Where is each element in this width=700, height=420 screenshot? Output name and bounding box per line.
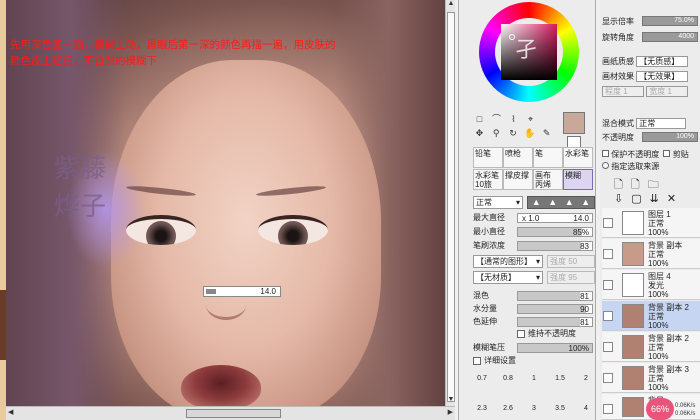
layer-item[interactable]: 图层 4 发光 100% — [602, 270, 700, 300]
left-eye — [126, 215, 196, 245]
visibility-toggle-icon[interactable] — [603, 342, 613, 352]
annotation-text: 先用深色画一遍，模糊上动，黑眼后第一深的颜色再描一遍，用皮肤的 颜色皮上轻扫，不… — [10, 39, 336, 67]
max-diameter-row[interactable]: 最大直径 x 1.0 14.0 — [473, 212, 595, 224]
paper-degree-row: 程度 1 宽度 1 — [602, 86, 698, 97]
visibility-toggle-icon[interactable] — [603, 218, 613, 228]
layer-thumbnail — [622, 335, 644, 359]
clear-layer-icon[interactable]: ▢ — [631, 192, 641, 205]
layer-item-selected[interactable]: 背景 副本 2 正常 100% — [602, 301, 700, 331]
delete-layer-icon[interactable]: ✕ — [667, 192, 676, 205]
select-pen-icon[interactable]: ⌖ — [524, 114, 537, 125]
lips — [181, 365, 261, 406]
layer-thumbnail — [622, 366, 644, 390]
blur-pressure-row[interactable]: 模糊笔压 100% — [473, 342, 595, 354]
brush-airbrush[interactable]: 喷枪 — [503, 147, 533, 168]
cpu-usage-badge: 66% — [646, 398, 674, 420]
color-sv-square[interactable]: 孑 — [501, 24, 557, 80]
brush-pen[interactable]: 笔 — [533, 147, 563, 168]
angle-row[interactable]: 旋转角度 4000 — [602, 32, 698, 43]
current-color-swatch[interactable] — [563, 112, 585, 134]
texture-strength[interactable]: 强度 95 — [547, 271, 595, 284]
brush-mode-select[interactable]: 正常 — [473, 196, 523, 209]
brush-canvas-acrylic[interactable]: 画布 丙烯 — [533, 169, 563, 190]
zoom-icon[interactable]: ⚲ — [490, 128, 503, 139]
shape-row: 【通常的图形】 强度 50 — [473, 255, 595, 268]
layer-actions-row2: ⇩ ▢ ⇊ ✕ — [614, 192, 698, 205]
min-diameter-row[interactable]: 最小直径 85% — [473, 226, 595, 238]
magic-wand-icon[interactable]: ⌇ — [507, 114, 520, 125]
blend-mode-row[interactable]: 混合模式 正常 — [602, 118, 698, 129]
right-eye — [258, 215, 328, 245]
eyedropper-icon[interactable]: ✎ — [540, 128, 553, 139]
layer-thumbnail — [622, 242, 644, 266]
paper-effect-row[interactable]: 画材效果 【无效果】 — [602, 71, 698, 82]
brush-pencil[interactable]: 铅笔 — [473, 147, 503, 168]
hand-icon[interactable]: ✋ — [523, 128, 536, 139]
layer-item[interactable]: 图层 1 正常 100% — [602, 208, 700, 238]
layer-item[interactable]: 背景 副本 2 正常 100% — [602, 332, 700, 362]
shape-select[interactable]: 【通常的图形】 — [473, 255, 543, 268]
canvas-vertical-scrollbar[interactable]: ▲ ▼ — [445, 0, 455, 406]
canvas-horizontal-scrollbar[interactable]: ◀ ▶ — [6, 406, 455, 420]
layer-thumbnail — [622, 304, 644, 328]
lasso-icon[interactable]: ⌒ — [490, 114, 503, 125]
move-icon[interactable]: ✥ — [473, 128, 486, 139]
layer-panel: 显示倍率 75.0% 旋转角度 4000 画纸质感 【无质感】 画材效果 【无效… — [600, 0, 700, 420]
texture-select[interactable]: 【无材质】 — [473, 271, 543, 284]
layer-thumbnail — [622, 397, 644, 417]
detail-settings-checkbox[interactable]: 详细设置 — [473, 355, 595, 367]
opacity-row[interactable]: 不透明度 100% — [602, 132, 698, 143]
layer-item[interactable]: 背景 副本 3 正常 100% — [602, 363, 700, 393]
visibility-toggle-icon[interactable] — [603, 373, 613, 383]
layer-item[interactable]: 背景 副本 正常 100% — [602, 239, 700, 269]
mix-row[interactable]: 混色 81 — [473, 290, 595, 302]
brush-watercolor[interactable]: 水彩笔 — [563, 147, 593, 168]
select-source-radio[interactable]: 指定选取来源 — [602, 161, 698, 172]
visibility-toggle-icon[interactable] — [603, 280, 613, 290]
brush-blur[interactable]: 模糊 — [563, 169, 593, 190]
rect-select-icon[interactable]: □ — [473, 114, 486, 125]
selection-tools: □ ⌒ ⌇ ⌖ ✥ ⚲ ↻ ✋ ✎ — [473, 114, 553, 142]
water-row[interactable]: 水分量 90 — [473, 303, 595, 315]
keep-opacity-checkbox[interactable]: 维持不透明度 — [517, 328, 595, 340]
drawing-canvas[interactable]: 先用深色画一遍，模糊上动，黑眼后第一深的颜色再描一遍，用皮肤的 颜色皮上轻扫，不… — [6, 0, 445, 406]
network-speed: 0.06K/s 0.06K/s — [675, 403, 696, 417]
merge-down-icon[interactable]: ⇩ — [614, 192, 623, 205]
paper-texture-row[interactable]: 画纸质感 【无质感】 — [602, 56, 698, 67]
rotate-icon[interactable]: ↻ — [507, 128, 520, 139]
brush-tool-grid: 铅笔 喷枪 笔 水彩笔 水彩笔10旅 撑皮撑 画布 丙烯 模糊 — [473, 147, 595, 191]
visibility-toggle-icon[interactable] — [603, 249, 613, 259]
signature-seal: 紫藤烨子 — [54, 154, 107, 222]
visibility-toggle-icon[interactable] — [603, 404, 613, 414]
tool-panel: 孑 □ ⌒ ⌇ ⌖ ✥ ⚲ ↻ ✋ ✎ 铅笔 喷枪 笔 水彩笔 水彩笔10旅 撑… — [458, 0, 596, 420]
protect-opacity-checkbox[interactable]: 保护不透明度 剪贴 — [602, 149, 698, 160]
brush-shape-buttons[interactable]: ▲ ▲ ▲ ▲ — [527, 196, 595, 209]
shape-strength[interactable]: 强度 50 — [547, 255, 595, 268]
brush-size-presets-row1[interactable]: 0.7 0.8 1 1.5 2 — [473, 375, 595, 382]
brush-watercolor-10[interactable]: 水彩笔10旅 — [473, 169, 503, 190]
zoom-row[interactable]: 显示倍率 75.0% — [602, 16, 698, 27]
extend-row[interactable]: 色延伸 81 — [473, 316, 595, 328]
layer-thumbnail — [622, 211, 644, 235]
texture-row: 【无材质】 强度 95 — [473, 271, 595, 284]
brush-size-tooltip: 14.0 — [203, 286, 281, 297]
visibility-toggle-icon[interactable] — [603, 311, 613, 321]
density-row[interactable]: 笔刷浓度 83 — [473, 240, 595, 252]
flatten-icon[interactable]: ⇊ — [650, 192, 659, 205]
brush-size-presets-row2[interactable]: 2.3 2.6 3 3.5 4 — [473, 405, 595, 412]
layer-thumbnail — [622, 273, 644, 297]
brush-eraser[interactable]: 撑皮撑 — [503, 169, 533, 190]
